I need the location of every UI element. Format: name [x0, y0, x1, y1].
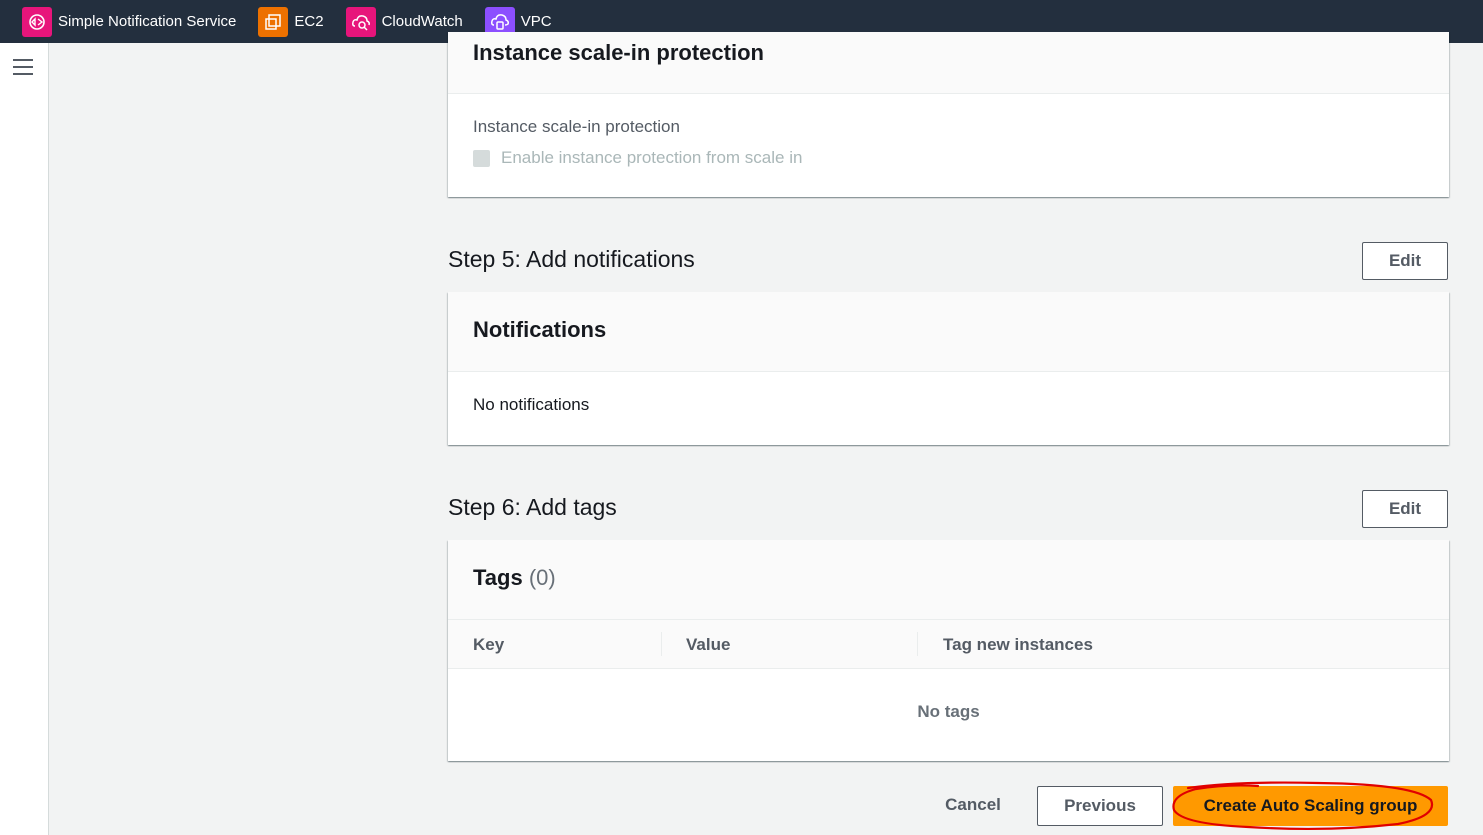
favorite-sns[interactable]: Simple Notification Service	[22, 0, 236, 43]
scale-in-protection-panel: Instance scale-in protection Instance sc…	[448, 32, 1449, 197]
favorite-vpc-label: VPC	[520, 13, 552, 30]
step6-edit-button[interactable]: Edit	[1362, 490, 1448, 528]
scale-in-protection-checkbox-label: Enable instance protection from scale in	[501, 148, 803, 167]
step6-title: Step 6: Add tags	[448, 494, 617, 520]
notifications-empty-text: No notifications	[473, 395, 590, 414]
sns-icon	[22, 6, 52, 37]
scale-in-protection-header: Instance scale-in protection	[448, 32, 1449, 94]
step5-edit-button[interactable]: Edit	[1362, 242, 1448, 280]
tags-title-text: Tags	[473, 565, 523, 590]
notifications-title: Notifications	[473, 317, 607, 342]
tags-empty-text: No tags	[917, 702, 980, 721]
create-auto-scaling-group-button[interactable]: Create Auto Scaling group	[1173, 786, 1448, 826]
favorite-sns-label: Simple Notification Service	[58, 13, 237, 30]
scale-in-protection-checkbox[interactable]	[473, 149, 490, 167]
scale-in-protection-label: Instance scale-in protection	[473, 117, 680, 136]
tags-table-header: Key Value Tag new instances	[448, 620, 1449, 669]
tags-count: (0)	[528, 565, 556, 590]
tags-panel: Tags (0) Key Value Tag new instances No …	[448, 540, 1449, 761]
tags-header: Tags (0)	[448, 540, 1449, 620]
column-header-tag-new-instances: Tag new instances	[943, 634, 1093, 654]
menu-icon[interactable]	[13, 59, 33, 77]
column-header-value: Value	[686, 634, 731, 654]
previous-button[interactable]: Previous	[1037, 786, 1163, 826]
favorite-cloudwatch[interactable]: CloudWatch	[345, 0, 463, 43]
ec2-icon	[258, 6, 289, 37]
step5-title: Step 5: Add notifications	[448, 246, 695, 272]
favorite-ec2[interactable]: EC2	[258, 0, 324, 43]
cancel-button[interactable]: Cancel	[926, 786, 1020, 824]
tags-title: Tags (0)	[473, 565, 556, 591]
scale-in-protection-option[interactable]: Enable instance protection from scale in	[473, 148, 802, 168]
favorite-ec2-label: EC2	[294, 13, 324, 30]
cloudwatch-icon	[345, 6, 376, 37]
scale-in-protection-title: Instance scale-in protection	[473, 40, 764, 65]
notifications-header: Notifications	[448, 292, 1449, 372]
column-header-key: Key	[473, 634, 505, 654]
column-divider	[661, 632, 662, 656]
column-divider	[917, 632, 918, 656]
notifications-panel: Notifications No notifications	[448, 292, 1449, 445]
favorite-cloudwatch-label: CloudWatch	[381, 13, 463, 30]
side-navigation-rail	[0, 43, 49, 835]
